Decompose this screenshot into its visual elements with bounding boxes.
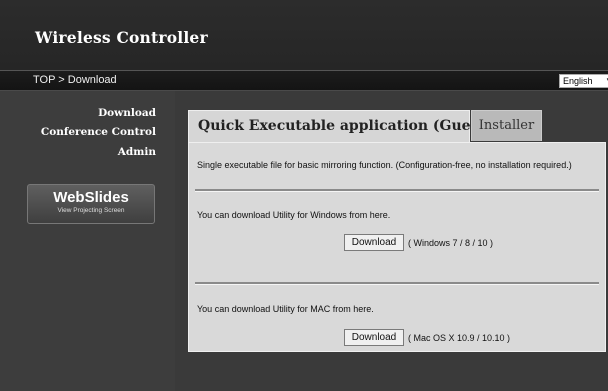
header-bar: Wireless Controller bbox=[0, 0, 608, 70]
windows-download-text: You can download Utility for Windows fro… bbox=[197, 210, 391, 220]
breadcrumb-bar: TOP > Download English ▼ bbox=[0, 70, 608, 91]
app-title: Wireless Controller bbox=[35, 28, 208, 47]
tab-quick-executable[interactable]: Quick Executable application (Guest) bbox=[188, 110, 492, 142]
mac-download-button[interactable]: Download bbox=[344, 329, 404, 346]
language-selected-value: English bbox=[563, 76, 593, 86]
sidebar-item-admin[interactable]: Admin bbox=[118, 146, 156, 158]
tab-installer[interactable]: Installer bbox=[471, 110, 542, 141]
webslides-button[interactable]: WebSlides View Projecting Screen bbox=[27, 184, 155, 224]
webslides-subtitle: View Projecting Screen bbox=[57, 207, 125, 214]
divider bbox=[195, 189, 599, 192]
download-panel: Single executable file for basic mirrori… bbox=[188, 142, 606, 352]
windows-download-button[interactable]: Download bbox=[344, 234, 404, 251]
mac-version-note: ( Mac OS X 10.9 / 10.10 ) bbox=[408, 333, 511, 343]
mac-download-text: You can download Utility for MAC from he… bbox=[197, 304, 374, 314]
breadcrumb: TOP > Download bbox=[33, 74, 117, 86]
sidebar: Download Conference Control Admin WebSli… bbox=[0, 91, 175, 391]
divider bbox=[195, 282, 599, 285]
language-select[interactable]: English ▼ bbox=[559, 74, 608, 88]
sidebar-item-download[interactable]: Download bbox=[98, 107, 156, 119]
panel-intro-text: Single executable file for basic mirrori… bbox=[197, 160, 572, 170]
sidebar-item-conference-control[interactable]: Conference Control bbox=[41, 126, 156, 138]
webslides-title: WebSlides bbox=[53, 189, 129, 206]
windows-version-note: ( Windows 7 / 8 / 10 ) bbox=[408, 238, 494, 248]
